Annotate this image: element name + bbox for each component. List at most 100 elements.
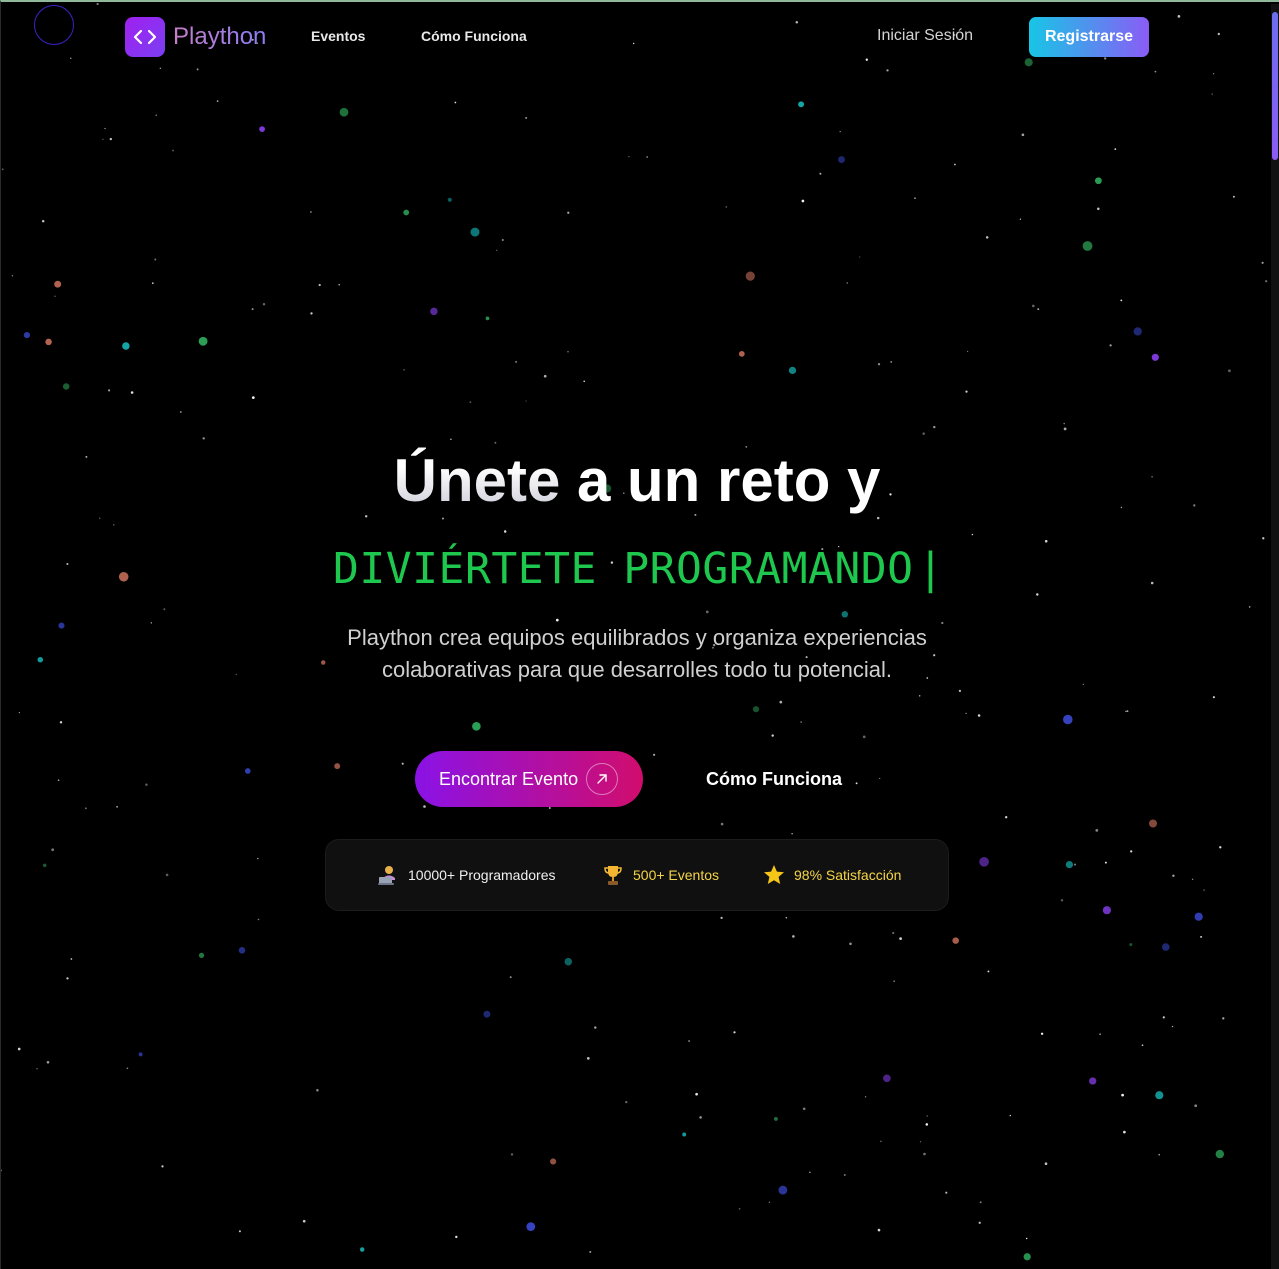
star-particle [442, 517, 444, 520]
register-button[interactable]: Registrarse [1029, 17, 1149, 57]
star-particle [310, 211, 312, 213]
star-particle [890, 360, 893, 363]
hero-typewriter-text: DIVIÉRTETE PROGRAMANDO [333, 544, 914, 594]
star-particle [768, 1201, 771, 1203]
glow-particle [138, 1052, 143, 1057]
star-particle [922, 432, 925, 435]
glow-particle [979, 856, 989, 867]
star-particle [625, 1100, 628, 1104]
star-particle [795, 20, 799, 24]
star-particle [1212, 73, 1215, 75]
glow-particle [738, 351, 745, 357]
star-particle [496, 249, 498, 251]
star-particle [172, 149, 174, 152]
star-particle [1211, 93, 1213, 95]
star-particle [150, 622, 152, 624]
how-it-works-button[interactable]: Cómo Funciona [706, 769, 842, 789]
glow-particle [1162, 943, 1170, 951]
star-particle [877, 1228, 881, 1232]
nav-link-como-funciona[interactable]: Cómo Funciona [421, 28, 527, 44]
star-particle [1005, 816, 1008, 819]
star-particle [126, 1067, 129, 1070]
stat-programmers: 10000+ Programadores [377, 862, 556, 888]
star-particle [583, 380, 585, 383]
star-particle [1200, 935, 1203, 938]
stat-programmers-label: 10000+ Programadores [408, 867, 556, 883]
star-particle [1060, 899, 1064, 902]
nav-link-eventos[interactable]: Eventos [311, 28, 365, 44]
glow-particle [1023, 1253, 1031, 1261]
glow-particle [472, 721, 481, 731]
star-particle [1126, 710, 1129, 712]
star-particle [1097, 207, 1100, 211]
glow-particle [45, 338, 52, 346]
star-particle [403, 369, 405, 371]
star-particle [1, 1169, 2, 1172]
star-particle [688, 1040, 691, 1042]
star-particle [1217, 32, 1221, 36]
glow-particle [320, 660, 326, 665]
star-particle [84, 807, 87, 810]
star-particle [965, 390, 968, 393]
star-particle [987, 970, 990, 973]
glow-particle [952, 937, 959, 944]
star-particle [515, 361, 517, 363]
glow-particle [447, 197, 452, 202]
star-particle [865, 58, 868, 61]
star-particle [886, 69, 889, 72]
star-particle [1194, 1104, 1198, 1108]
find-event-button[interactable]: Encontrar Evento [415, 751, 643, 807]
scrollbar-thumb[interactable] [1272, 12, 1278, 160]
glow-particle [470, 227, 480, 237]
star-particle [1044, 539, 1048, 543]
star-particle [251, 308, 254, 311]
star-particle [54, 295, 56, 297]
scrollbar[interactable] [1271, 4, 1279, 1269]
glow-particle [1082, 241, 1093, 251]
star-particle [899, 937, 902, 940]
glow-particle [838, 156, 845, 164]
glow-particle [1065, 860, 1074, 869]
brand-name[interactable]: Plaython [173, 22, 266, 52]
login-link[interactable]: Iniciar Sesión [877, 27, 973, 45]
glow-particle [773, 1116, 778, 1121]
star-particle [738, 1208, 741, 1210]
star-particle [310, 312, 313, 315]
star-particle [633, 42, 635, 45]
star-particle [70, 958, 73, 960]
star-particle [855, 782, 858, 785]
star-particle [877, 363, 881, 366]
star-particle [238, 1230, 241, 1233]
star-particle [1063, 422, 1065, 425]
logo-badge[interactable] [125, 17, 165, 57]
star-particle [966, 350, 969, 353]
hero-typewriter: DIVIÉRTETE PROGRAMANDO| [333, 543, 944, 595]
star-particle [42, 220, 45, 223]
star-particle [1040, 1032, 1044, 1036]
arrow-up-right-icon [586, 763, 618, 795]
star-particle [567, 211, 570, 214]
star-particle [163, 608, 166, 611]
star-particle [699, 1116, 702, 1119]
glow-particle [62, 383, 70, 390]
star-particle [646, 156, 648, 158]
star-particle [925, 1123, 929, 1126]
star-particle [548, 807, 551, 809]
star-particle [705, 610, 709, 614]
star-particle [809, 1171, 811, 1173]
star-particle [779, 700, 783, 704]
star-particle [800, 721, 803, 724]
star-particle [919, 1141, 922, 1143]
star-particle [302, 1219, 306, 1223]
star-particle [1036, 593, 1039, 596]
glow-particle [745, 271, 755, 281]
star-particle [1114, 148, 1117, 150]
programmer-icon [378, 866, 395, 885]
star-particle [51, 848, 55, 852]
glow-particle [118, 572, 129, 582]
star-particle [1063, 427, 1067, 431]
star-particle [879, 777, 881, 780]
glow-particle [42, 863, 47, 868]
stats-bar: 10000+ Programadores 500+ Eventos 98% Sa… [325, 839, 949, 911]
glow-particle [37, 656, 44, 663]
